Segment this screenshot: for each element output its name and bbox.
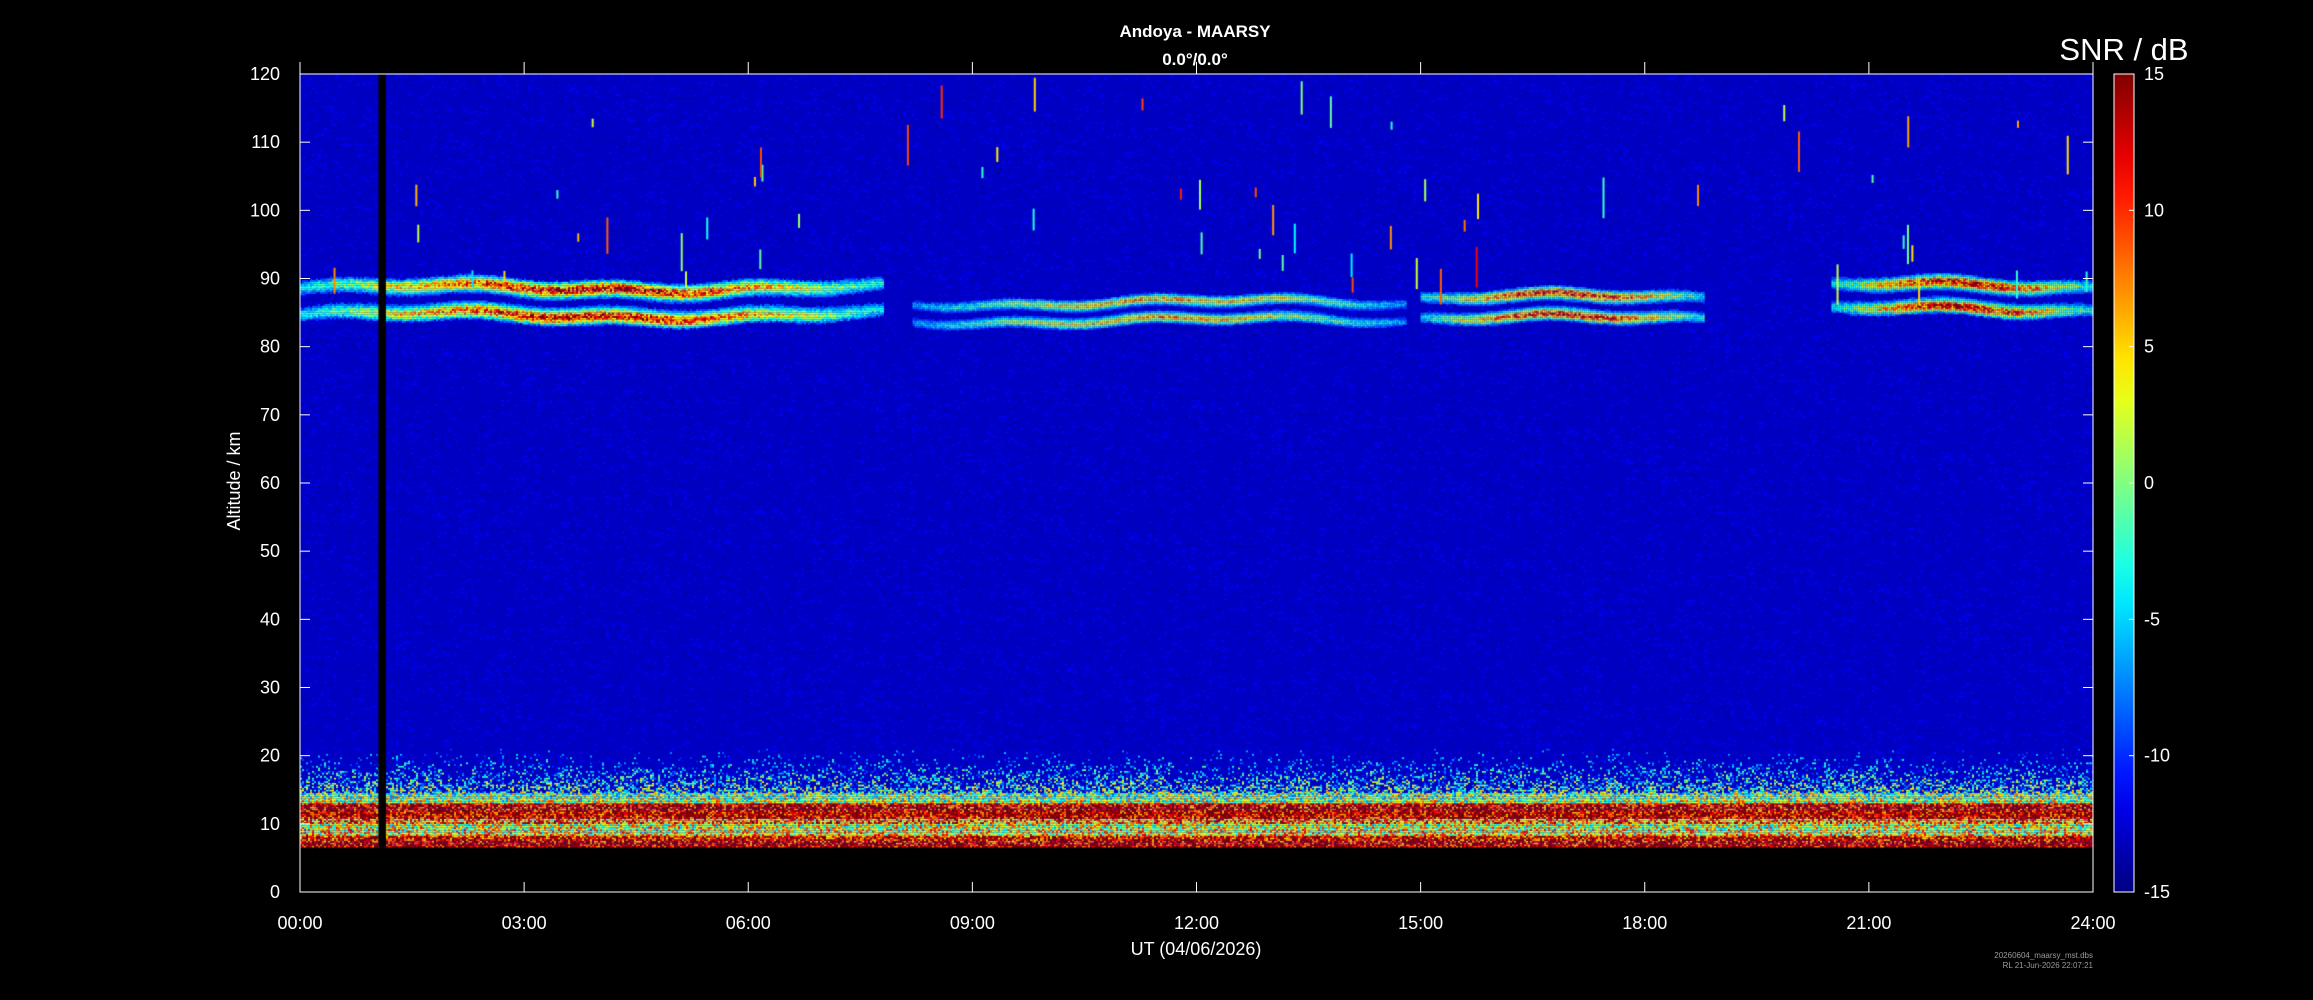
y-tick-label: 50: [260, 541, 280, 561]
y-tick-label: 60: [260, 473, 280, 493]
colorbar-tick-label: -10: [2144, 746, 2170, 766]
colorbar-label: SNR / dB: [2059, 32, 2188, 67]
y-tick-label: 10: [260, 814, 280, 834]
colorbar-tick-label: -5: [2144, 609, 2160, 629]
x-axis-label: UT (04/06/2026): [1131, 939, 1262, 959]
y-tick-label: 40: [260, 609, 280, 629]
colorbar-tick-label: -15: [2144, 882, 2170, 902]
y-tick-label: 70: [260, 405, 280, 425]
x-tick-label: 06:00: [726, 913, 771, 933]
y-tick-label: 80: [260, 337, 280, 357]
x-tick-label: 12:00: [1174, 913, 1219, 933]
colorbar-tick-label: 5: [2144, 337, 2154, 357]
y-tick-label: 20: [260, 746, 280, 766]
colorbar-tick-label: 0: [2144, 473, 2154, 493]
chart-subtitle: 0.0°/0.0°: [1162, 50, 1228, 69]
x-tick-label: 21:00: [1846, 913, 1891, 933]
y-axis-label: Altitude / km: [224, 431, 244, 530]
chart-title: Andoya - MAARSY: [1119, 22, 1271, 41]
y-tick-label: 110: [251, 132, 280, 152]
heatmap-image: [300, 74, 2093, 892]
footer-stamp: RL 21-Jun-2026 22:07:21: [2003, 961, 2094, 970]
chart-svg: Andoya - MAARSY 0.0°/0.0° 151050-5-10-15…: [224, 22, 2189, 970]
x-tick-label: 09:00: [950, 913, 995, 933]
footer-filename: 20260604_maarsy_mst.dbs: [1994, 951, 2093, 960]
colorbar-tick-label: 15: [2144, 64, 2164, 84]
y-tick-label: 30: [260, 678, 280, 698]
y-tick-label: 100: [250, 200, 280, 220]
x-tick-label: 00:00: [277, 913, 322, 933]
x-tick-label: 15:00: [1398, 913, 1443, 933]
colorbar: 15 10 5 0 -5 -10 -15: [2113, 64, 2170, 902]
x-tick-label: 03:00: [502, 913, 547, 933]
y-tick-label: 90: [260, 269, 280, 289]
x-tick-label: 18:00: [1622, 913, 1667, 933]
x-tick-label: 24:00: [2070, 913, 2115, 933]
y-tick-label: 120: [250, 64, 280, 84]
colorbar-tick-label: 10: [2144, 200, 2164, 220]
snr-heatmap: [300, 74, 2093, 892]
y-tick-label: 0: [270, 882, 280, 902]
